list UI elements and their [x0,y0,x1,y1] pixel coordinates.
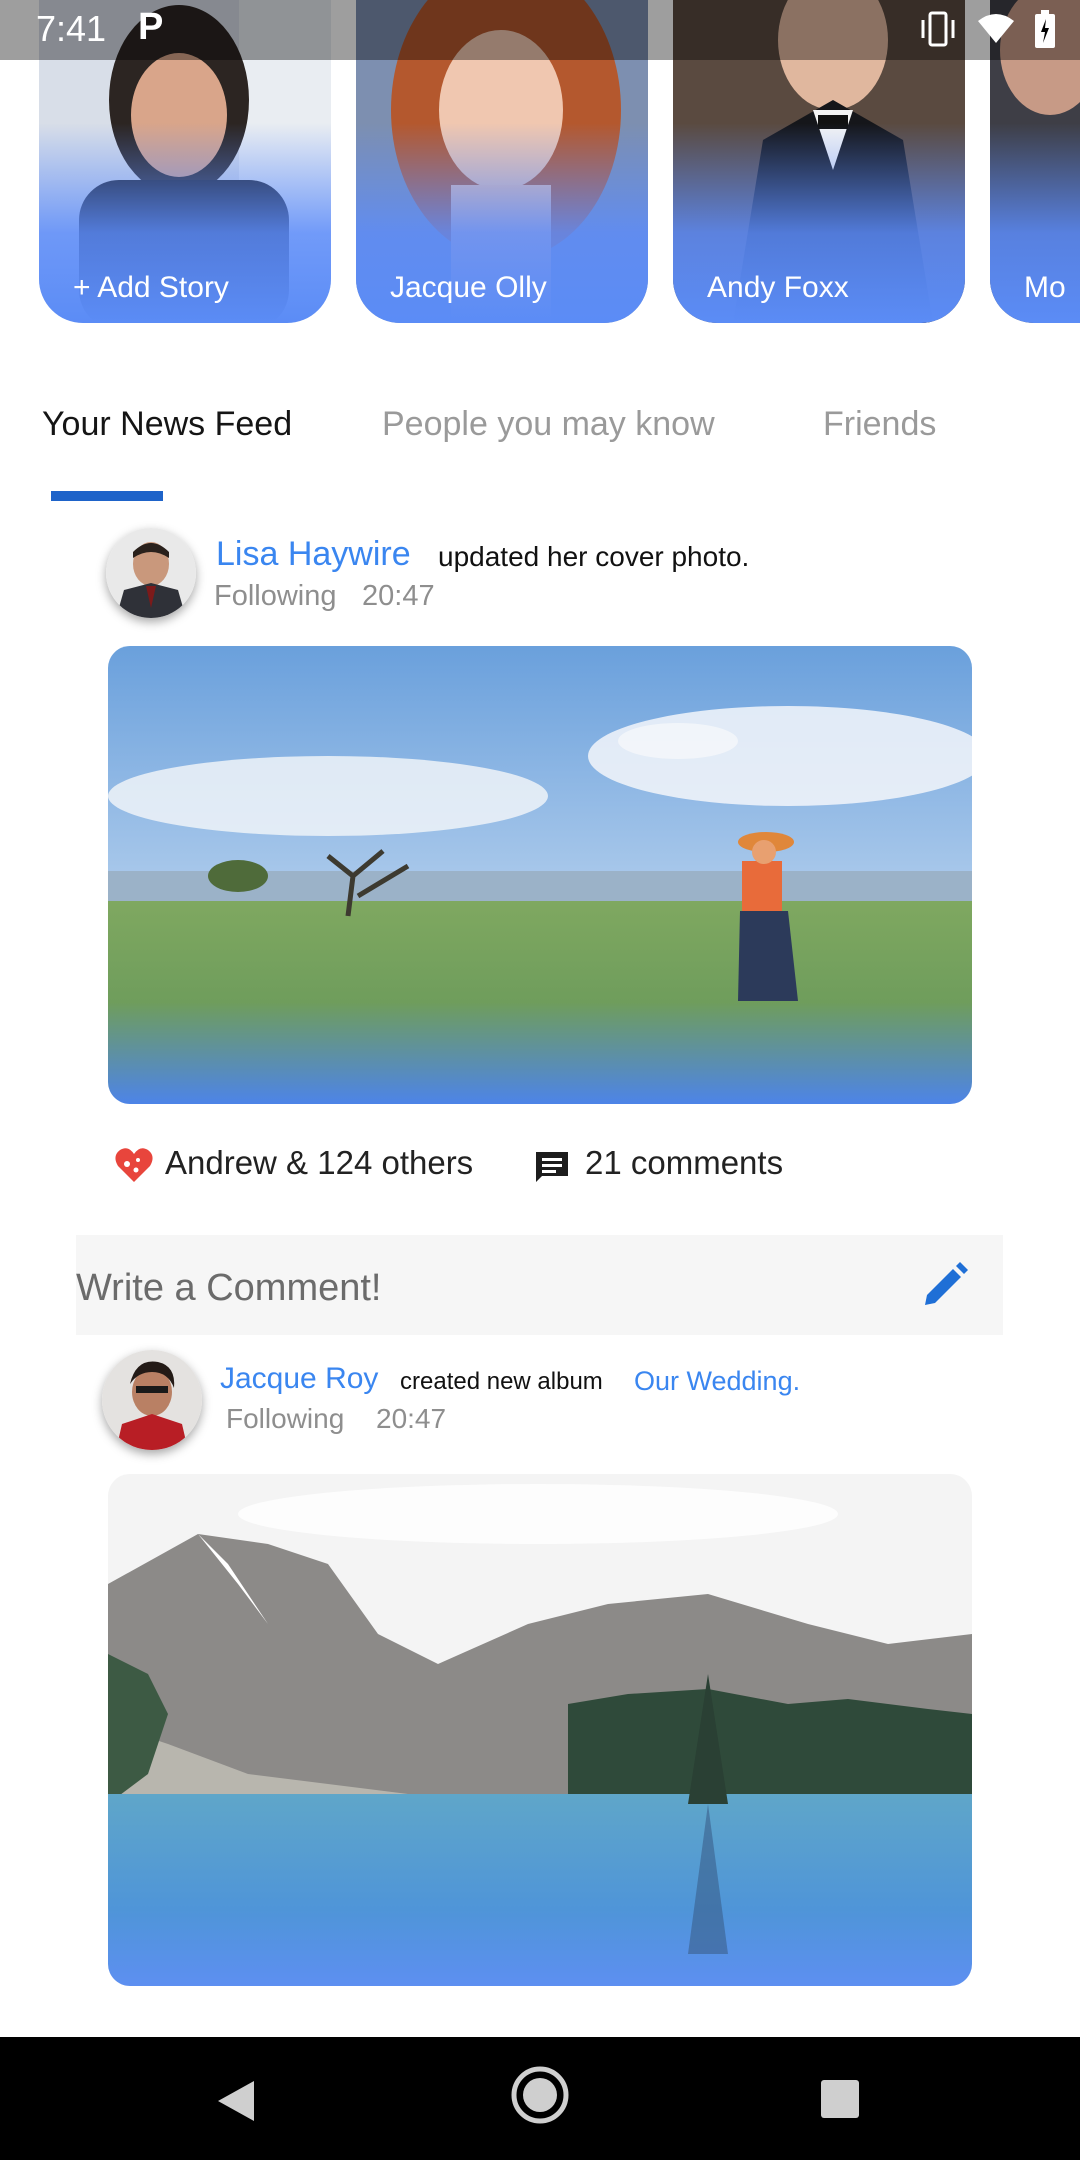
post-action: updated her cover photo. [438,541,750,572]
post-user-link[interactable]: Lisa Haywire [216,535,411,574]
status-bar: 7:41 P [0,0,1080,60]
battery-icon [1035,10,1055,48]
navigation-bar [0,2037,1080,2160]
comment-placeholder: Write a Comment! [76,1267,382,1309]
post-header: Jacque Roy created new album Our Wedding… [0,1348,1080,1458]
vibrate-icon [921,11,955,47]
post-user-link[interactable]: Jacque Roy [220,1362,378,1396]
tab-friends[interactable]: Friends [823,405,936,444]
edit-pencil-icon[interactable] [921,1261,969,1309]
post-image[interactable] [108,1474,972,1986]
post-time: 20:47 [376,1403,447,1434]
tab-people-you-may-know[interactable]: People you may know [382,405,715,444]
screen: + Add Story Jacque Olly Andy Foxx Mo 7:4… [0,0,1080,2160]
album-link[interactable]: Our Wedding. [634,1366,800,1397]
post-image[interactable] [108,646,972,1104]
comment-icon[interactable] [534,1150,570,1184]
tab-indicator [51,491,163,501]
story-label: + Add Story [73,271,229,304]
story-label: Andy Foxx [707,271,849,304]
status-icons [918,10,1056,48]
parking-notification-icon: P [138,6,164,48]
post-relation[interactable]: Following [226,1403,344,1435]
post-relation[interactable]: Following [214,580,337,613]
comments-text[interactable]: 21 comments [585,1144,783,1182]
avatar[interactable] [106,528,196,618]
back-icon[interactable] [216,2079,256,2123]
post-header: Lisa Haywire updated her cover photo. Fo… [0,525,1080,625]
comment-input[interactable]: Write a Comment! [76,1235,1003,1335]
post-time: 20:47 [362,580,435,612]
recents-icon[interactable] [820,2079,860,2119]
status-time: 7:41 [36,8,107,49]
home-icon[interactable] [510,2065,570,2125]
heart-icon[interactable] [114,1146,154,1184]
wifi-icon [978,14,1014,43]
post-action: created new album [400,1368,603,1395]
story-label: Jacque Olly [390,271,547,304]
likes-text[interactable]: Andrew & 124 others [165,1144,473,1182]
feed-tabs: Your News Feed People you may know Frien… [0,405,1080,465]
story-label: Mo [1024,271,1066,304]
avatar[interactable] [102,1350,202,1450]
post-stats: Andrew & 124 others 21 comments [0,1140,1080,1190]
tab-your-news-feed[interactable]: Your News Feed [42,405,292,444]
